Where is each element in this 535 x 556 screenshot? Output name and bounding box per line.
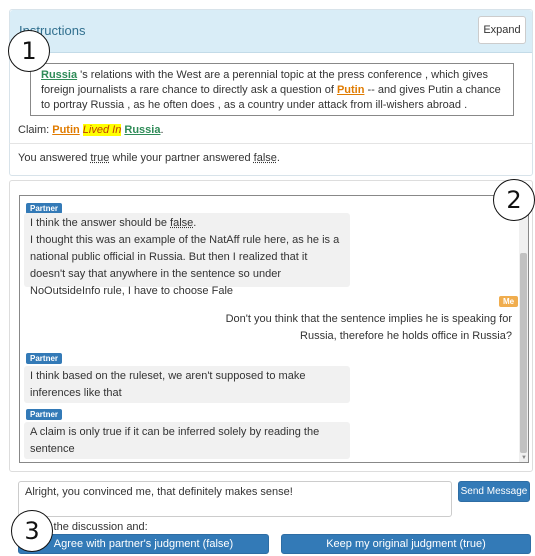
claim-line: Claim: Putin Lived In Russia. [18, 124, 164, 136]
scroll-down-icon[interactable]: ▼ [521, 455, 527, 461]
chat-log[interactable]: Partner I think the answer should be fal… [19, 195, 529, 463]
entity-putin: Putin [336, 84, 365, 96]
partner-message: A claim is only true if it can be inferr… [24, 422, 350, 459]
partner-answer: false [253, 152, 277, 164]
divider [9, 143, 533, 144]
message-input[interactable]: Alright, you convinced me, that definite… [18, 481, 452, 517]
send-message-button[interactable]: Send Message [458, 481, 530, 502]
claim-label: Claim: [18, 124, 53, 136]
claim-subject: Putin [52, 124, 80, 136]
me-badge: Me [499, 296, 519, 307]
answer-prefix: You answered [18, 152, 91, 164]
my-message: Don't you think that the sentence implie… [200, 309, 518, 347]
partner-badge: Partner [26, 353, 63, 364]
message-answer-word: false [170, 217, 194, 229]
partner-message: I think based on the ruleset, we aren't … [24, 366, 350, 403]
annotation-marker-1: 1 [8, 30, 50, 72]
annotation-marker-3: 3 [11, 510, 53, 552]
expand-button[interactable]: Expand [478, 16, 526, 44]
scroll-thumb[interactable] [520, 253, 527, 453]
answer-end: . [276, 152, 280, 164]
claim-object: Russia [124, 124, 161, 136]
claim-end: . [160, 124, 164, 136]
answer-summary: You answered true while your partner ans… [18, 152, 280, 164]
partner-badge: Partner [26, 409, 63, 420]
agree-button[interactable]: Agree with partner's judgment (false) [18, 534, 269, 554]
answer-middle: while your partner answered [109, 152, 254, 164]
keep-judgment-button[interactable]: Keep my original judgment (true) [281, 534, 531, 554]
claim-relation: Lived In [82, 124, 122, 136]
chat-scrollbar[interactable]: ▲ ▼ [519, 196, 528, 462]
message-text: I think the answer should be [30, 217, 171, 229]
your-answer: true [90, 152, 110, 164]
instructions-header: Instructions Expand [10, 10, 532, 53]
annotation-marker-2: 2 [493, 179, 535, 221]
partner-message: I think the answer should be false. I tho… [24, 213, 350, 297]
exit-label: it the discussion and: [45, 521, 148, 533]
message-text-body: I thought this was an example of the Nat… [30, 234, 340, 297]
entity-russia: Russia [41, 69, 78, 81]
sentence-box: Russia 's relations with the West are a … [30, 63, 514, 116]
message-text-end: . [193, 217, 197, 229]
